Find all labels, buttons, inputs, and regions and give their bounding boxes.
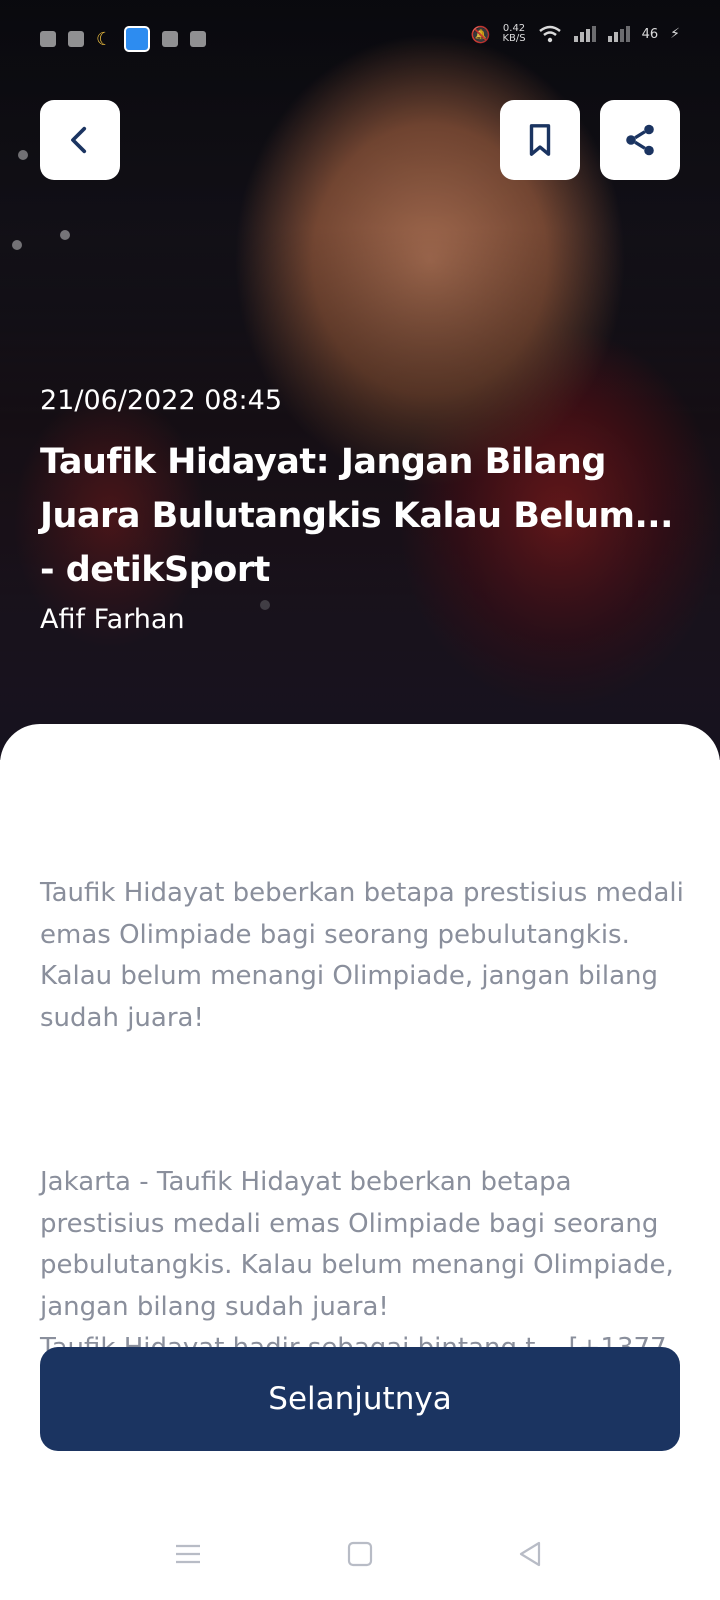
- bookmark-icon: [529, 124, 551, 156]
- status-bar: ☾ 🔕 0.42 KB/S 46 ⚡: [0, 0, 720, 70]
- battery-level: 46: [641, 26, 659, 42]
- bookmark-button[interactable]: [500, 100, 580, 180]
- network-speed: 0.42 KB/S: [502, 24, 525, 44]
- chevron-left-icon: [71, 126, 87, 154]
- notification-icon: [40, 31, 56, 47]
- triangle-back-icon: [519, 1541, 541, 1567]
- system-navigation-bar: [0, 1520, 720, 1600]
- app-notification-icon: [124, 26, 151, 52]
- moon-icon: ☾: [96, 28, 113, 50]
- article-author: Afif Farhan: [40, 604, 185, 635]
- back-nav-button[interactable]: [510, 1534, 550, 1574]
- share-button[interactable]: [600, 100, 680, 180]
- article-title: Taufik Hidayat: Jangan Bilang Juara Bulu…: [40, 442, 673, 590]
- notification-icon: [162, 31, 179, 47]
- menu-button[interactable]: [168, 1534, 208, 1574]
- share-icon: [626, 124, 654, 156]
- next-button[interactable]: Selanjutnya: [40, 1347, 680, 1451]
- charging-icon: ⚡: [670, 26, 680, 42]
- square-icon: [347, 1541, 373, 1567]
- wifi-icon: [538, 25, 561, 43]
- notification-icon: [190, 31, 207, 47]
- status-bar-left: ☾: [40, 26, 207, 52]
- signal-icon: [607, 26, 630, 42]
- back-button[interactable]: [40, 100, 120, 180]
- article-description: Taufik Hidayat beberkan betapa prestisiu…: [40, 878, 684, 1033]
- menu-icon: [176, 1544, 200, 1564]
- signal-icon: [573, 26, 596, 42]
- status-bar-right: 🔕 0.42 KB/S 46 ⚡: [471, 24, 680, 44]
- article-date: 21/06/2022 08:45: [40, 385, 283, 416]
- notification-icon: [68, 31, 84, 47]
- network-speed-unit: KB/S: [502, 33, 526, 44]
- home-button[interactable]: [340, 1534, 380, 1574]
- mute-icon: 🔕: [470, 24, 491, 44]
